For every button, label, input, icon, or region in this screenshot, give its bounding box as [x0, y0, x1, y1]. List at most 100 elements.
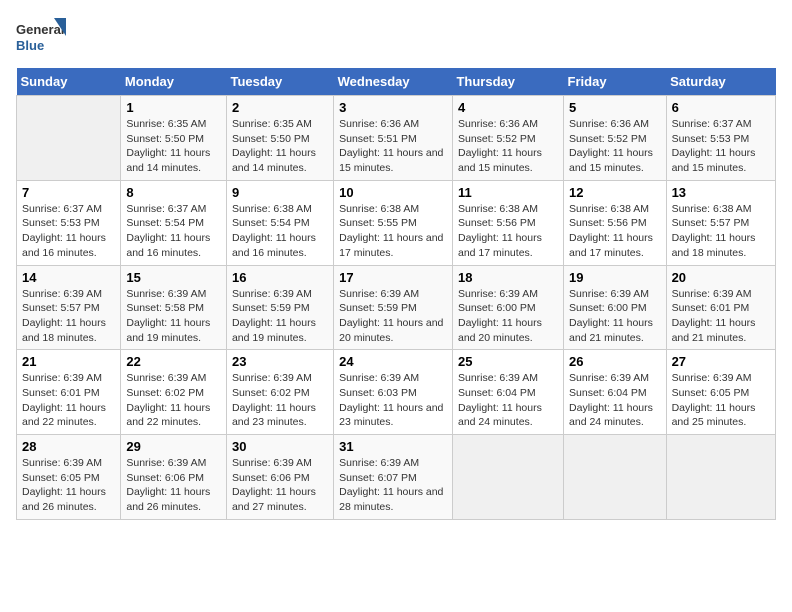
day-info: Sunrise: 6:39 AMSunset: 6:02 PMDaylight:…	[232, 371, 328, 430]
day-number: 30	[232, 439, 328, 454]
calendar-cell: 4 Sunrise: 6:36 AMSunset: 5:52 PMDaylight…	[452, 96, 563, 181]
calendar-cell: 8 Sunrise: 6:37 AMSunset: 5:54 PMDaylight…	[121, 180, 227, 265]
calendar-cell: 18 Sunrise: 6:39 AMSunset: 6:00 PMDayligh…	[452, 265, 563, 350]
day-number: 31	[339, 439, 447, 454]
calendar-cell: 22 Sunrise: 6:39 AMSunset: 6:02 PMDayligh…	[121, 350, 227, 435]
calendar-cell: 12 Sunrise: 6:38 AMSunset: 5:56 PMDayligh…	[564, 180, 667, 265]
calendar-cell: 15Sunrise: 6:39 AMSunset: 5:58 PMDayligh…	[121, 265, 227, 350]
calendar-body: 1 Sunrise: 6:35 AMSunset: 5:50 PMDaylight…	[17, 96, 776, 520]
calendar-cell: 9 Sunrise: 6:38 AMSunset: 5:54 PMDaylight…	[226, 180, 333, 265]
svg-text:General: General	[16, 22, 64, 37]
calendar-cell: 21 Sunrise: 6:39 AMSunset: 6:01 PMDayligh…	[17, 350, 121, 435]
calendar-cell: 30Sunrise: 6:39 AMSunset: 6:06 PMDayligh…	[226, 435, 333, 520]
calendar-cell: 24 Sunrise: 6:39 AMSunset: 6:03 PMDayligh…	[334, 350, 453, 435]
day-info: Sunrise: 6:36 AMSunset: 5:52 PMDaylight:…	[569, 117, 661, 176]
day-info: Sunrise: 6:39 AMSunset: 6:04 PMDaylight:…	[458, 371, 558, 430]
day-number: 21	[22, 354, 115, 369]
calendar-cell: 1Sunrise: 6:35 AMSunset: 5:50 PMDaylight…	[121, 96, 227, 181]
day-number: 10	[339, 185, 447, 200]
day-info: Sunrise: 6:39 AMSunset: 6:01 PMDaylight:…	[22, 371, 115, 430]
weekday-header-monday: Monday	[121, 68, 227, 96]
day-number: 9	[232, 185, 328, 200]
day-info: Sunrise: 6:39 AMSunset: 6:00 PMDaylight:…	[458, 287, 558, 346]
day-number: 12	[569, 185, 661, 200]
day-info: Sunrise: 6:35 AMSunset: 5:50 PMDaylight:…	[232, 117, 328, 176]
day-info: Sunrise: 6:39 AMSunset: 6:05 PMDaylight:…	[22, 456, 115, 515]
day-info: Sunrise: 6:39 AMSunset: 6:03 PMDaylight:…	[339, 371, 447, 430]
day-number: 17	[339, 270, 447, 285]
calendar-cell: 16 Sunrise: 6:39 AMSunset: 5:59 PMDayligh…	[226, 265, 333, 350]
day-number: 24	[339, 354, 447, 369]
calendar-cell: 10 Sunrise: 6:38 AMSunset: 5:55 PMDayligh…	[334, 180, 453, 265]
day-number: 8	[126, 185, 221, 200]
day-info: Sunrise: 6:39 AMSunset: 6:04 PMDaylight:…	[569, 371, 661, 430]
calendar-cell: 13 Sunrise: 6:38 AMSunset: 5:57 PMDayligh…	[666, 180, 775, 265]
calendar-cell: 23 Sunrise: 6:39 AMSunset: 6:02 PMDayligh…	[226, 350, 333, 435]
calendar-cell: 26Sunrise: 6:39 AMSunset: 6:04 PMDayligh…	[564, 350, 667, 435]
day-info: Sunrise: 6:37 AMSunset: 5:53 PMDaylight:…	[672, 117, 770, 176]
weekday-header-saturday: Saturday	[666, 68, 775, 96]
day-info: Sunrise: 6:39 AMSunset: 6:05 PMDaylight:…	[672, 371, 770, 430]
day-info: Sunrise: 6:39 AMSunset: 6:00 PMDaylight:…	[569, 287, 661, 346]
calendar-cell: 14 Sunrise: 6:39 AMSunset: 5:57 PMDayligh…	[17, 265, 121, 350]
day-number: 22	[126, 354, 221, 369]
day-info: Sunrise: 6:37 AMSunset: 5:54 PMDaylight:…	[126, 202, 221, 261]
day-number: 7	[22, 185, 115, 200]
day-number: 29	[126, 439, 221, 454]
day-info: Sunrise: 6:38 AMSunset: 5:56 PMDaylight:…	[458, 202, 558, 261]
calendar-cell: 31Sunrise: 6:39 AMSunset: 6:07 PMDayligh…	[334, 435, 453, 520]
calendar-cell: 28Sunrise: 6:39 AMSunset: 6:05 PMDayligh…	[17, 435, 121, 520]
day-info: Sunrise: 6:38 AMSunset: 5:55 PMDaylight:…	[339, 202, 447, 261]
weekday-header-wednesday: Wednesday	[334, 68, 453, 96]
day-info: Sunrise: 6:38 AMSunset: 5:57 PMDaylight:…	[672, 202, 770, 261]
day-number: 1	[126, 100, 221, 115]
day-number: 11	[458, 185, 558, 200]
day-info: Sunrise: 6:38 AMSunset: 5:54 PMDaylight:…	[232, 202, 328, 261]
day-info: Sunrise: 6:39 AMSunset: 5:57 PMDaylight:…	[22, 287, 115, 346]
day-info: Sunrise: 6:38 AMSunset: 5:56 PMDaylight:…	[569, 202, 661, 261]
calendar-table: SundayMondayTuesdayWednesdayThursdayFrid…	[16, 68, 776, 520]
day-info: Sunrise: 6:36 AMSunset: 5:52 PMDaylight:…	[458, 117, 558, 176]
svg-text:Blue: Blue	[16, 38, 44, 53]
calendar-cell: 7 Sunrise: 6:37 AMSunset: 5:53 PMDaylight…	[17, 180, 121, 265]
logo-svg: General Blue	[16, 16, 66, 56]
day-number: 19	[569, 270, 661, 285]
week-row-5: 28Sunrise: 6:39 AMSunset: 6:05 PMDayligh…	[17, 435, 776, 520]
calendar-cell: 2 Sunrise: 6:35 AMSunset: 5:50 PMDaylight…	[226, 96, 333, 181]
day-info: Sunrise: 6:39 AMSunset: 5:58 PMDaylight:…	[126, 287, 221, 346]
day-number: 13	[672, 185, 770, 200]
day-number: 2	[232, 100, 328, 115]
weekday-header-tuesday: Tuesday	[226, 68, 333, 96]
day-info: Sunrise: 6:39 AMSunset: 6:02 PMDaylight:…	[126, 371, 221, 430]
week-row-1: 1 Sunrise: 6:35 AMSunset: 5:50 PMDaylight…	[17, 96, 776, 181]
day-info: Sunrise: 6:39 AMSunset: 5:59 PMDaylight:…	[232, 287, 328, 346]
calendar-cell: 17 Sunrise: 6:39 AMSunset: 5:59 PMDayligh…	[334, 265, 453, 350]
calendar-cell	[452, 435, 563, 520]
day-number: 27	[672, 354, 770, 369]
logo: General Blue	[16, 16, 66, 56]
day-info: Sunrise: 6:37 AMSunset: 5:53 PMDaylight:…	[22, 202, 115, 261]
day-number: 16	[232, 270, 328, 285]
day-info: Sunrise: 6:39 AMSunset: 5:59 PMDaylight:…	[339, 287, 447, 346]
weekday-header-sunday: Sunday	[17, 68, 121, 96]
calendar-cell	[666, 435, 775, 520]
day-number: 4	[458, 100, 558, 115]
day-number: 18	[458, 270, 558, 285]
day-number: 14	[22, 270, 115, 285]
week-row-4: 21 Sunrise: 6:39 AMSunset: 6:01 PMDayligh…	[17, 350, 776, 435]
day-info: Sunrise: 6:39 AMSunset: 6:01 PMDaylight:…	[672, 287, 770, 346]
day-info: Sunrise: 6:39 AMSunset: 6:06 PMDaylight:…	[126, 456, 221, 515]
calendar-cell: 19 Sunrise: 6:39 AMSunset: 6:00 PMDayligh…	[564, 265, 667, 350]
weekday-header-friday: Friday	[564, 68, 667, 96]
calendar-cell: 25 Sunrise: 6:39 AMSunset: 6:04 PMDayligh…	[452, 350, 563, 435]
calendar-cell: 3Sunrise: 6:36 AMSunset: 5:51 PMDaylight…	[334, 96, 453, 181]
calendar-cell: 29 Sunrise: 6:39 AMSunset: 6:06 PMDayligh…	[121, 435, 227, 520]
calendar-cell: 20 Sunrise: 6:39 AMSunset: 6:01 PMDayligh…	[666, 265, 775, 350]
day-number: 3	[339, 100, 447, 115]
calendar-cell: 6 Sunrise: 6:37 AMSunset: 5:53 PMDaylight…	[666, 96, 775, 181]
calendar-cell: 27 Sunrise: 6:39 AMSunset: 6:05 PMDayligh…	[666, 350, 775, 435]
day-number: 6	[672, 100, 770, 115]
day-number: 25	[458, 354, 558, 369]
day-number: 23	[232, 354, 328, 369]
day-number: 20	[672, 270, 770, 285]
